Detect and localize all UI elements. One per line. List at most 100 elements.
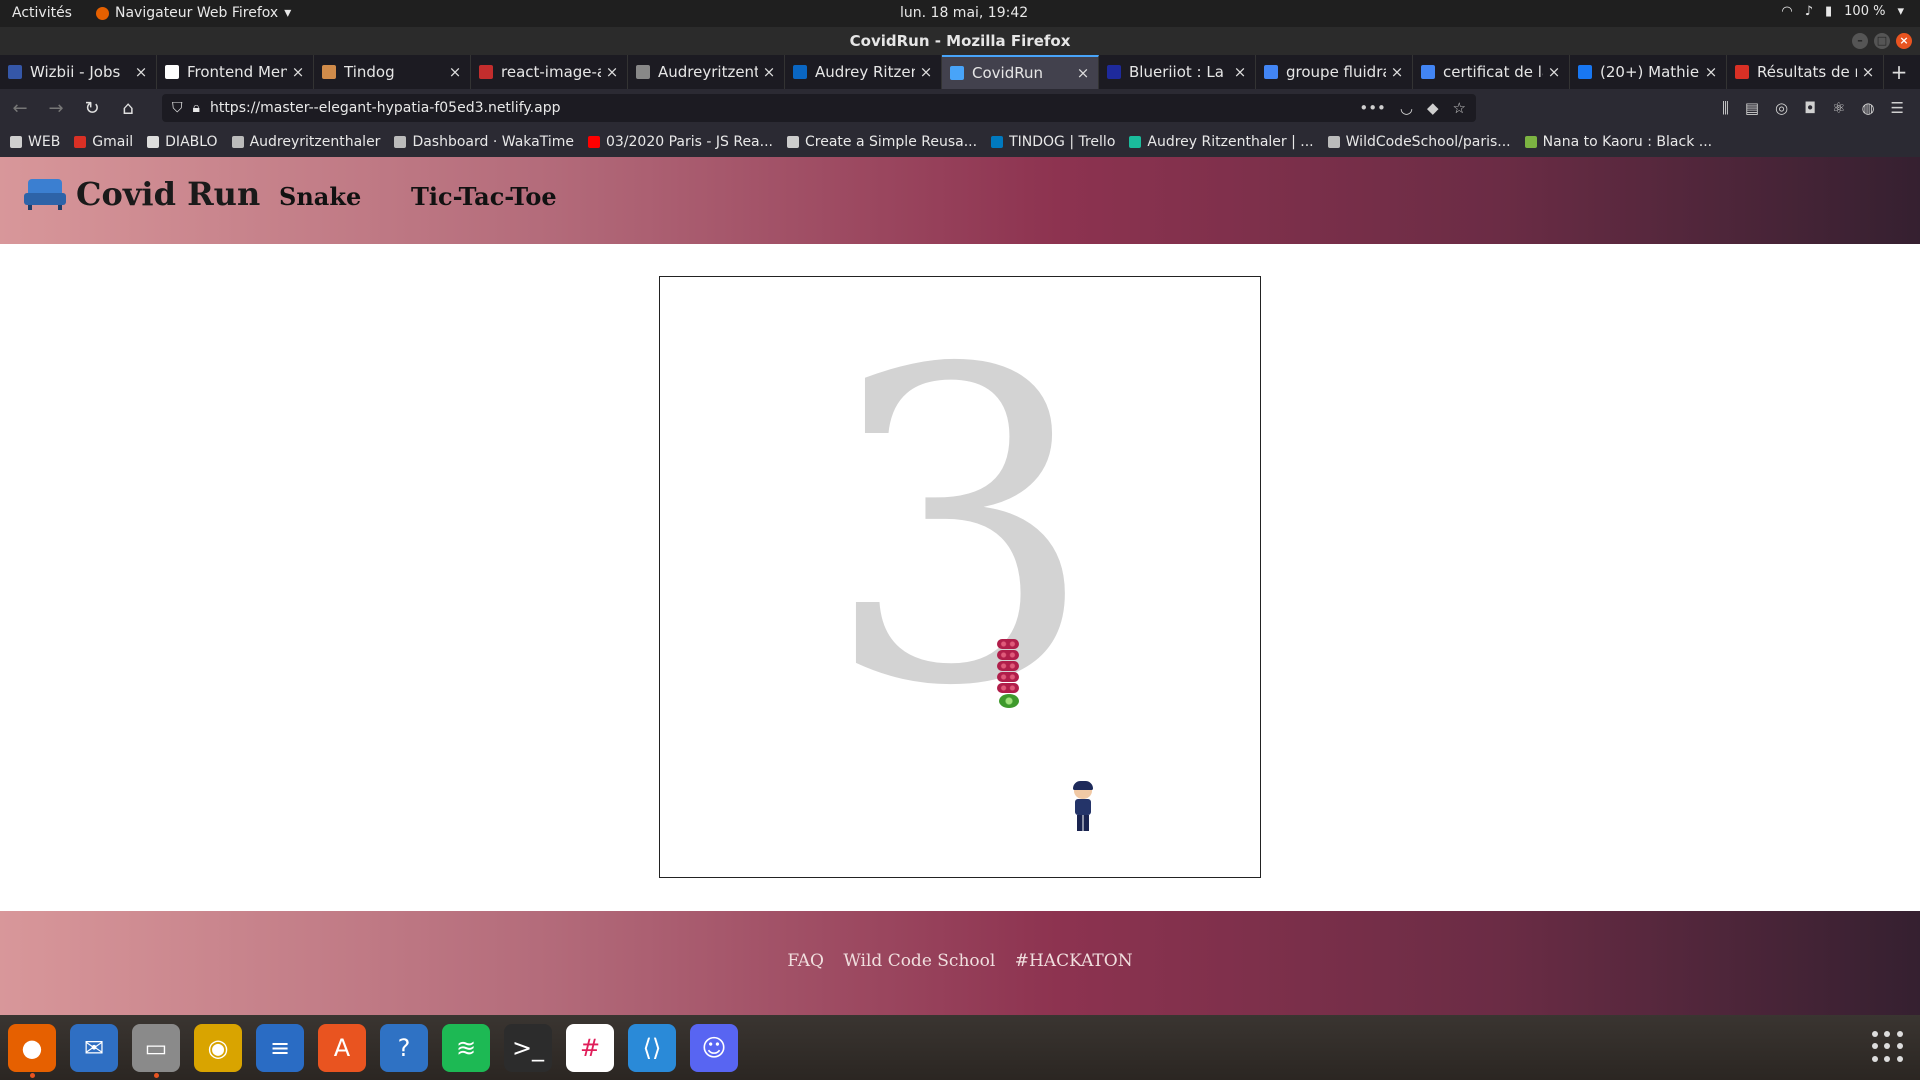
tab-favicon-icon [1421, 65, 1435, 79]
browser-tab[interactable]: Blueriiot : La n × [1099, 55, 1256, 89]
bookmark-favicon-icon [587, 136, 600, 148]
tab-close-icon[interactable]: × [762, 63, 776, 81]
tab-close-icon[interactable]: × [1390, 63, 1404, 81]
tab-label: certificat de la [1443, 63, 1543, 81]
tab-close-icon[interactable]: × [919, 63, 933, 81]
url-text[interactable]: https://master--elegant-hypatia-f05ed3.n… [210, 100, 1349, 116]
game-board[interactable]: 3 [659, 276, 1261, 878]
tab-label: Frontend Men [187, 63, 287, 81]
vscode-icon[interactable]: ⟨⟩ [628, 1023, 676, 1072]
browser-tab[interactable]: (20+) Mathieu × [1570, 55, 1727, 89]
tab-close-icon[interactable]: × [448, 63, 462, 81]
tab-close-icon[interactable]: × [1704, 63, 1718, 81]
browser-tab[interactable]: certificat de la × [1413, 55, 1570, 89]
footer-link-faq[interactable]: FAQ [787, 951, 824, 971]
help-icon[interactable]: ? [380, 1023, 428, 1072]
wifi-icon: ◠ [1781, 4, 1793, 19]
tab-close-icon[interactable]: × [291, 63, 305, 81]
bookmark-favicon-icon [74, 136, 87, 148]
bookmark-item[interactable]: WEB [10, 134, 60, 150]
tab-close-icon[interactable]: × [1861, 63, 1875, 81]
sidebar-icon[interactable]: ▤ [1745, 99, 1759, 117]
library-icon[interactable]: ⫼ [1722, 99, 1729, 117]
lock-icon[interactable]: 🔒︎ [193, 100, 200, 116]
address-bar[interactable]: ⛉ 🔒︎ https://master--elegant-hypatia-f05… [162, 94, 1476, 122]
discord-icon[interactable]: ☺ [690, 1023, 738, 1072]
react-devtools-icon[interactable]: ⚛ [1832, 99, 1845, 117]
virus-snake [997, 639, 1023, 709]
system-status-area[interactable]: ◠ ♪ ▮ 100 % ▾ [1781, 4, 1904, 19]
browser-tab[interactable]: CovidRun × [942, 55, 1099, 89]
shield-icon[interactable]: ⛉ [172, 100, 183, 116]
terminal-icon[interactable]: >_ [504, 1023, 552, 1072]
home-button[interactable]: ⌂ [116, 98, 140, 119]
power-menu-icon: ▾ [1897, 4, 1904, 19]
thunderbird-icon[interactable]: ✉ [70, 1023, 118, 1072]
bookmark-item[interactable]: 03/2020 Paris - JS Rea... [587, 134, 773, 150]
browser-tab[interactable]: Frontend Men × [157, 55, 314, 89]
tab-close-icon[interactable]: × [1076, 64, 1090, 82]
bookmark-item[interactable]: Nana to Kaoru : Black ... [1524, 134, 1712, 150]
page-actions-icon[interactable]: ••• [1359, 99, 1386, 117]
bookmark-star-icon[interactable]: ☆ [1453, 99, 1466, 117]
tab-label: groupe fluidra [1286, 63, 1386, 81]
virus-segment [997, 639, 1019, 649]
tab-close-icon[interactable]: × [1547, 63, 1561, 81]
activities-button[interactable]: Activités [12, 5, 72, 21]
minimize-button[interactable]: – [1852, 33, 1868, 49]
account-icon[interactable]: ◎ [1775, 99, 1788, 117]
bookmark-item[interactable]: Audrey Ritzenthaler | ... [1129, 134, 1314, 150]
footer-link-hackaton[interactable]: #HACKATON [1015, 951, 1133, 971]
messenger-icon[interactable]: ◍ [1861, 99, 1874, 117]
notification-icon[interactable]: ◘ [1804, 99, 1816, 117]
clock[interactable]: lun. 18 mai, 19:42 [900, 5, 1028, 21]
writer-icon[interactable]: ≡ [256, 1023, 304, 1072]
tab-close-icon[interactable]: × [1233, 63, 1247, 81]
forward-button[interactable]: → [44, 98, 68, 119]
tab-close-icon[interactable]: × [134, 63, 148, 81]
pocket-icon[interactable]: ◡ [1400, 99, 1413, 117]
browser-tab[interactable]: groupe fluidra × [1256, 55, 1413, 89]
close-window-button[interactable]: × [1896, 33, 1912, 49]
bookmark-label: WEB [28, 134, 61, 150]
app-menu-label: Navigateur Web Firefox [115, 5, 279, 21]
bookmark-item[interactable]: DIABLO [147, 134, 218, 150]
slack-icon[interactable]: # [566, 1023, 614, 1072]
footer-link-wild-code-school[interactable]: Wild Code School [843, 951, 995, 971]
browser-tab[interactable]: Audrey Ritzent × [785, 55, 942, 89]
spotify-icon[interactable]: ≋ [442, 1023, 490, 1072]
firefox-icon[interactable]: ● [8, 1023, 56, 1078]
rhythmbox-icon[interactable]: ◉ [194, 1023, 242, 1072]
browser-tab[interactable]: Tindog × [314, 55, 471, 89]
browser-tab[interactable]: Audreyritzent × [628, 55, 785, 89]
software-icon[interactable]: A [318, 1023, 366, 1072]
bookmark-item[interactable]: Gmail [74, 134, 133, 150]
nav-link-snake[interactable]: Snake [279, 182, 361, 211]
bookmark-item[interactable]: TINDOG | Trello [991, 134, 1115, 150]
app-menu[interactable]: Navigateur Web Firefox ▾ [96, 5, 291, 21]
maximize-button[interactable]: □ [1874, 33, 1890, 49]
bookmark-item[interactable]: Create a Simple Reusa... [787, 134, 977, 150]
browser-tab[interactable]: Résultats de re× [1727, 55, 1884, 89]
url-actions: ••• ◡ ◆ ☆ [1359, 99, 1466, 117]
reload-button[interactable]: ↻ [80, 98, 104, 119]
bookmark-item[interactable]: Dashboard · WakaTime [394, 134, 574, 150]
tab-close-icon[interactable]: × [605, 63, 619, 81]
bookmark-item[interactable]: Audreyritzenthaler [231, 134, 380, 150]
site-logo[interactable]: Covid Run [24, 175, 260, 213]
files-icon[interactable]: ▭ [132, 1023, 180, 1078]
bookmark-favicon-icon [787, 136, 799, 148]
show-applications-icon[interactable] [1872, 1031, 1904, 1063]
bookmark-item[interactable]: WildCodeSchool/paris... [1327, 134, 1511, 150]
chevron-down-icon: ▾ [284, 5, 292, 21]
bookmark-label: Audrey Ritzenthaler | ... [1147, 134, 1314, 150]
new-tab-button[interactable]: + [1884, 55, 1914, 89]
menu-icon[interactable]: ☰ [1891, 99, 1904, 117]
web-page: Covid Run Snake Tic-Tac-Toe 3 FAQ Wild C… [0, 157, 1920, 1015]
nav-link-tic-tac-toe[interactable]: Tic-Tac-Toe [411, 182, 557, 211]
extension-icon[interactable]: ◆ [1427, 99, 1439, 117]
browser-tab[interactable]: react-image-a × [471, 55, 628, 89]
back-button[interactable]: ← [8, 98, 32, 119]
browser-tab[interactable]: Wizbii - Jobs × [0, 55, 157, 89]
navigation-toolbar: ← → ↻ ⌂ ⛉ 🔒︎ https://master--elegant-hyp… [0, 89, 1920, 127]
